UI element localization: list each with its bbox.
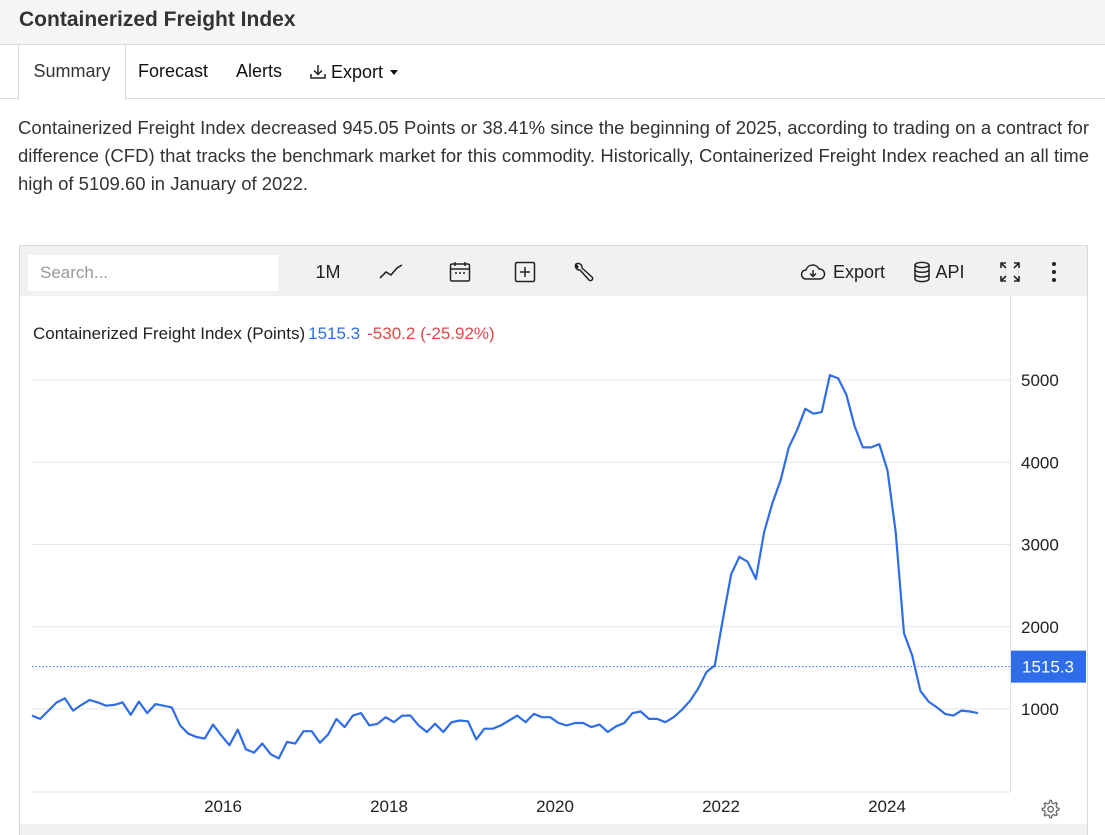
wrench-icon[interactable] xyxy=(568,256,598,288)
chart-footer xyxy=(20,824,1087,835)
chart-export-label: Export xyxy=(832,261,886,282)
legend-series-name: Containerized Freight Index (Points) xyxy=(33,324,306,343)
page-title: Containerized Freight Index xyxy=(19,8,296,31)
y-tick-label: 3000 xyxy=(1021,536,1059,555)
tab-alerts[interactable]: Alerts xyxy=(236,45,282,99)
chart-svg: 1000 2000 3000 4000 5000 2016 2018 2020 2022 2024… xyxy=(31,371,1086,816)
tab-summary[interactable]: Summary xyxy=(18,45,126,100)
y-tick-label: 4000 xyxy=(1021,453,1059,472)
series-line xyxy=(31,374,979,760)
x-tick-label: 2018 xyxy=(370,797,408,816)
line-chart-icon[interactable] xyxy=(374,256,408,288)
x-tick-label: 2016 xyxy=(204,797,242,816)
x-tick-label: 2020 xyxy=(536,797,574,816)
database-icon xyxy=(914,261,931,283)
chart-export-button[interactable]: Export xyxy=(796,256,888,288)
tab-bar: Summary Forecast Alerts Export xyxy=(0,45,1105,100)
caret-down-icon xyxy=(390,69,399,75)
chart-toolbar: 1M xyxy=(20,246,1087,296)
tab-export[interactable]: Export xyxy=(308,45,399,99)
x-tick-label: 2024 xyxy=(868,797,906,816)
legend-last-value: 1515.3 xyxy=(308,324,361,343)
chart-legend: Containerized Freight Index (Points) 1515… xyxy=(33,324,495,344)
y-tick-label: 5000 xyxy=(1021,371,1059,390)
cloud-download-icon xyxy=(800,264,826,280)
tab-forecast[interactable]: Forecast xyxy=(138,45,208,99)
x-tick-label: 2022 xyxy=(702,797,740,816)
plot-area: 1000 2000 3000 4000 5000 2016 2018 2020 2022 2024… xyxy=(20,296,1087,835)
add-compare-icon[interactable] xyxy=(510,256,540,288)
calendar-icon[interactable] xyxy=(444,256,476,288)
tab-export-label: Export xyxy=(331,62,384,82)
chart-widget: 1M xyxy=(19,245,1088,835)
api-label: API xyxy=(935,261,965,282)
axis-divider xyxy=(1010,296,1011,792)
more-vert-icon[interactable] xyxy=(1044,256,1064,288)
legend-change: -530.2 (-25.92%) xyxy=(367,324,495,343)
search-input[interactable] xyxy=(28,255,278,291)
fullscreen-icon[interactable] xyxy=(996,256,1024,288)
gear-icon[interactable] xyxy=(1039,798,1061,820)
summary-description: Containerized Freight Index decreased 94… xyxy=(18,117,1089,194)
y-tick-label: 1000 xyxy=(1021,700,1059,719)
api-button[interactable]: API xyxy=(910,256,968,288)
download-icon xyxy=(310,65,326,79)
y-tick-label: 2000 xyxy=(1021,618,1059,637)
title-bar: Containerized Freight Index xyxy=(0,0,1105,45)
last-value-label: 1515.3 xyxy=(1022,658,1074,677)
period-1m-button[interactable]: 1M xyxy=(310,256,346,288)
